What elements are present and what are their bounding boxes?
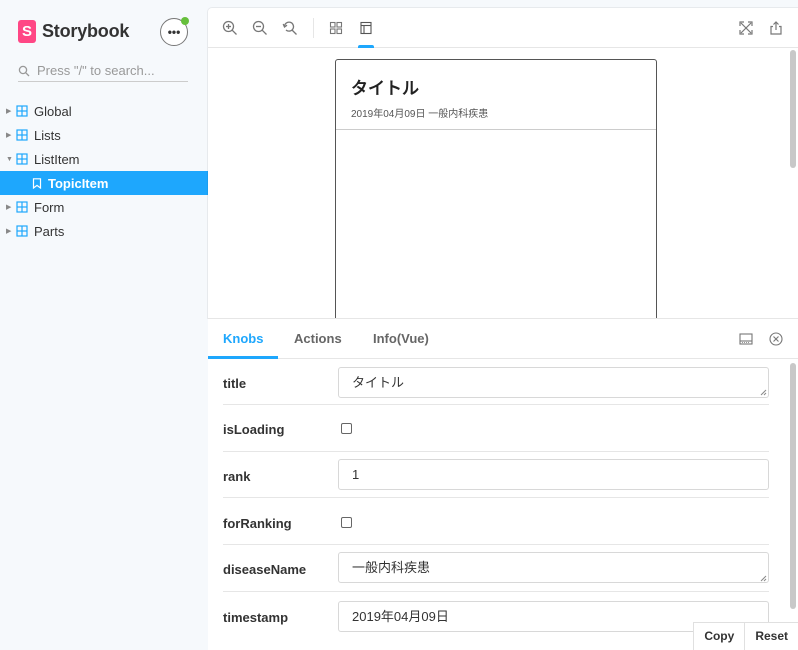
sidebar: S Storybook ••• ▶ Global ▶ Lists ▼ ListI… <box>0 0 208 650</box>
sidebar-item-form[interactable]: ▶ Form <box>0 195 208 219</box>
knob-label: timestamp <box>223 610 289 625</box>
sidebar-item-label: Lists <box>34 127 61 143</box>
component-icon <box>16 201 28 213</box>
component-icon <box>16 225 28 237</box>
reset-button[interactable]: Reset <box>744 623 798 650</box>
knob-row-forranking: forRanking <box>223 498 769 545</box>
sidebar-item-lists[interactable]: ▶ Lists <box>0 123 208 147</box>
zoom-out-icon[interactable] <box>252 20 268 36</box>
component-icon <box>16 153 28 165</box>
grid-icon[interactable] <box>328 20 344 36</box>
knob-label: rank <box>223 469 251 484</box>
sidebar-item-label: Global <box>34 103 72 119</box>
diseasename-field[interactable]: 一般内科疾患 <box>338 552 769 583</box>
search-input[interactable] <box>37 63 177 78</box>
fullscreen-icon[interactable] <box>738 20 754 36</box>
knob-row-rank: rank 1 <box>223 452 769 498</box>
brand[interactable]: S Storybook <box>18 20 129 43</box>
search-box[interactable] <box>18 60 188 82</box>
topic-item-card[interactable]: タイトル 2019年04月09日 一般内科疾患 <box>335 59 657 318</box>
caret-right-icon: ▶ <box>6 228 12 235</box>
preview-canvas: タイトル 2019年04月09日 一般内科疾患 <box>208 48 798 318</box>
ellipsis-icon: ••• <box>167 25 181 39</box>
sidebar-item-global[interactable]: ▶ Global <box>0 99 208 123</box>
sidebar-item-label: Form <box>34 199 65 215</box>
knobs-actions: Copy Reset <box>693 622 798 650</box>
knob-row-diseasename: diseaseName 一般内科疾患 <box>223 545 769 592</box>
addons-panel: Knobs Actions Info(Vue) title タイトル isLoa… <box>207 318 798 650</box>
caret-right-icon: ▶ <box>6 108 12 115</box>
addons-tabs: Knobs Actions Info(Vue) <box>207 319 798 359</box>
brand-name: Storybook <box>42 21 130 41</box>
preview-scrollbar[interactable] <box>790 50 796 168</box>
knob-row-isloading: isLoading <box>223 405 769 452</box>
knob-label: title <box>223 376 247 391</box>
preview-toolbar <box>208 8 798 48</box>
sidebar-item-parts[interactable]: ▶ Parts <box>0 219 208 243</box>
story-tree: ▶ Global ▶ Lists ▼ ListItem TopicItem ▶ … <box>0 99 208 243</box>
panel-position-icon[interactable] <box>739 332 753 346</box>
component-icon <box>16 105 28 117</box>
tab-info-vue[interactable]: Info(Vue) <box>373 319 429 359</box>
resize-handle-icon[interactable] <box>760 389 767 396</box>
sidebar-item-topicitem[interactable]: TopicItem <box>0 171 208 195</box>
card-header: タイトル 2019年04月09日 一般内科疾患 <box>336 60 656 130</box>
knob-row-title: title タイトル <box>223 359 769 405</box>
knob-row-timestamp: timestamp 2019年04月09日 <box>223 592 769 650</box>
sidebar-item-label: TopicItem <box>48 175 109 191</box>
forranking-checkbox[interactable] <box>341 517 352 528</box>
resize-handle-icon[interactable] <box>760 575 767 582</box>
menu-button[interactable]: ••• <box>160 17 189 46</box>
rank-field[interactable]: 1 <box>338 459 769 490</box>
knob-label: isLoading <box>223 422 285 437</box>
title-field[interactable]: タイトル <box>338 367 769 398</box>
sidebar-item-label: ListItem <box>34 151 80 167</box>
knob-label: diseaseName <box>223 562 307 577</box>
caret-right-icon: ▶ <box>6 132 12 139</box>
sidebar-item-listitem[interactable]: ▼ ListItem <box>0 147 208 171</box>
preview-pane: タイトル 2019年04月09日 一般内科疾患 <box>208 8 798 318</box>
tab-knobs[interactable]: Knobs <box>207 319 280 359</box>
caret-down-icon: ▼ <box>6 155 13 163</box>
notification-dot <box>181 17 189 25</box>
knob-label: forRanking <box>223 516 292 531</box>
bookmark-icon <box>32 177 42 189</box>
card-meta: 2019年04月09日 一般内科疾患 <box>351 109 489 120</box>
storybook-logo-icon: S <box>18 20 36 43</box>
search-icon <box>18 65 30 76</box>
knobs-scrollbar[interactable] <box>790 363 796 609</box>
zoom-in-icon[interactable] <box>222 20 238 36</box>
tab-actions[interactable]: Actions <box>294 319 342 359</box>
copy-button[interactable]: Copy <box>694 623 744 650</box>
sidebar-item-label: Parts <box>34 223 65 239</box>
knobs-list: title タイトル isLoading rank 1 forRanking d… <box>208 359 788 650</box>
close-panel-icon[interactable] <box>769 332 783 346</box>
zoom-reset-icon[interactable] <box>282 20 298 36</box>
caret-right-icon: ▶ <box>6 204 12 211</box>
isloading-checkbox[interactable] <box>341 423 352 434</box>
component-icon <box>16 129 28 141</box>
toolbar-divider <box>313 18 314 38</box>
card-title: タイトル <box>351 79 419 98</box>
share-icon[interactable] <box>768 20 784 36</box>
background-icon[interactable] <box>358 20 374 36</box>
